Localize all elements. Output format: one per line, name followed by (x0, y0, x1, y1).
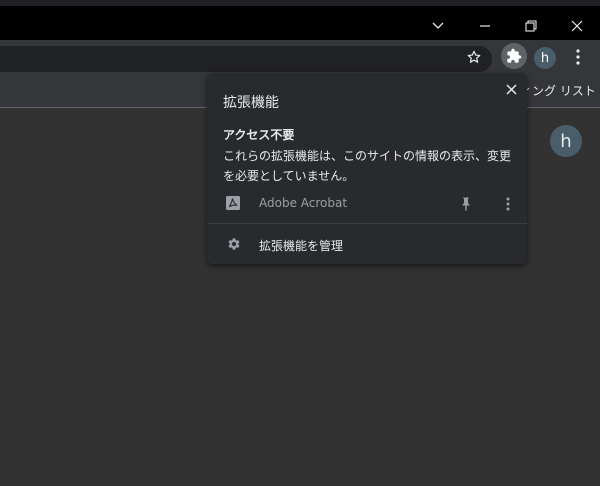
pin-icon (462, 197, 470, 211)
access-section-description: これらの拡張機能は、このサイトの情報の表示、変更を必要としていません。 (223, 149, 512, 183)
toolbar: h (0, 40, 600, 72)
tab-search-button[interactable] (416, 12, 460, 40)
more-vert-icon (506, 197, 510, 211)
restore-button[interactable] (509, 12, 553, 40)
browser-menu-button[interactable] (570, 47, 586, 67)
popup-divider (207, 223, 527, 224)
bookmark-star-button[interactable] (464, 47, 484, 67)
extension-row[interactable]: Adobe Acrobat (207, 193, 527, 215)
close-icon (505, 83, 517, 95)
pdf-icon (225, 195, 241, 211)
access-section-heading: アクセス不要 (223, 128, 295, 142)
puzzle-icon (507, 48, 522, 63)
pin-extension-button[interactable] (459, 196, 473, 212)
account-avatar[interactable]: h (550, 125, 582, 157)
minimize-icon (480, 25, 490, 27)
extension-more-button[interactable] (501, 196, 515, 212)
extensions-button[interactable] (501, 43, 527, 69)
manage-extensions-label: 拡張機能を管理 (259, 239, 344, 253)
extensions-popup: 拡張機能 アクセス不要 これらの拡張機能は、このサイトの情報の表示、変更を必要と… (207, 73, 527, 264)
address-bar[interactable] (0, 46, 492, 72)
profile-initial: h (540, 50, 550, 66)
title-bar (0, 6, 600, 40)
star-icon (467, 50, 481, 63)
manage-extensions-button[interactable]: 拡張機能を管理 (207, 233, 527, 255)
browser-window: h ィング リスト h 拡張機能 アクセス不要 これらの拡張機能は、このサイトの… (0, 0, 600, 486)
account-initial: h (560, 130, 572, 152)
restore-icon (525, 20, 537, 32)
minimize-button[interactable] (463, 12, 507, 40)
popup-title: 拡張機能 (223, 95, 279, 111)
gear-icon (227, 236, 241, 250)
more-vert-icon (576, 49, 580, 65)
close-window-button[interactable] (555, 12, 599, 40)
popup-close-button[interactable] (503, 81, 519, 97)
profile-avatar-button[interactable]: h (534, 47, 556, 69)
close-icon (571, 20, 583, 32)
extension-name: Adobe Acrobat (259, 196, 348, 210)
chevron-down-icon (432, 22, 444, 29)
reading-list-button[interactable]: ィング リスト (520, 82, 596, 99)
